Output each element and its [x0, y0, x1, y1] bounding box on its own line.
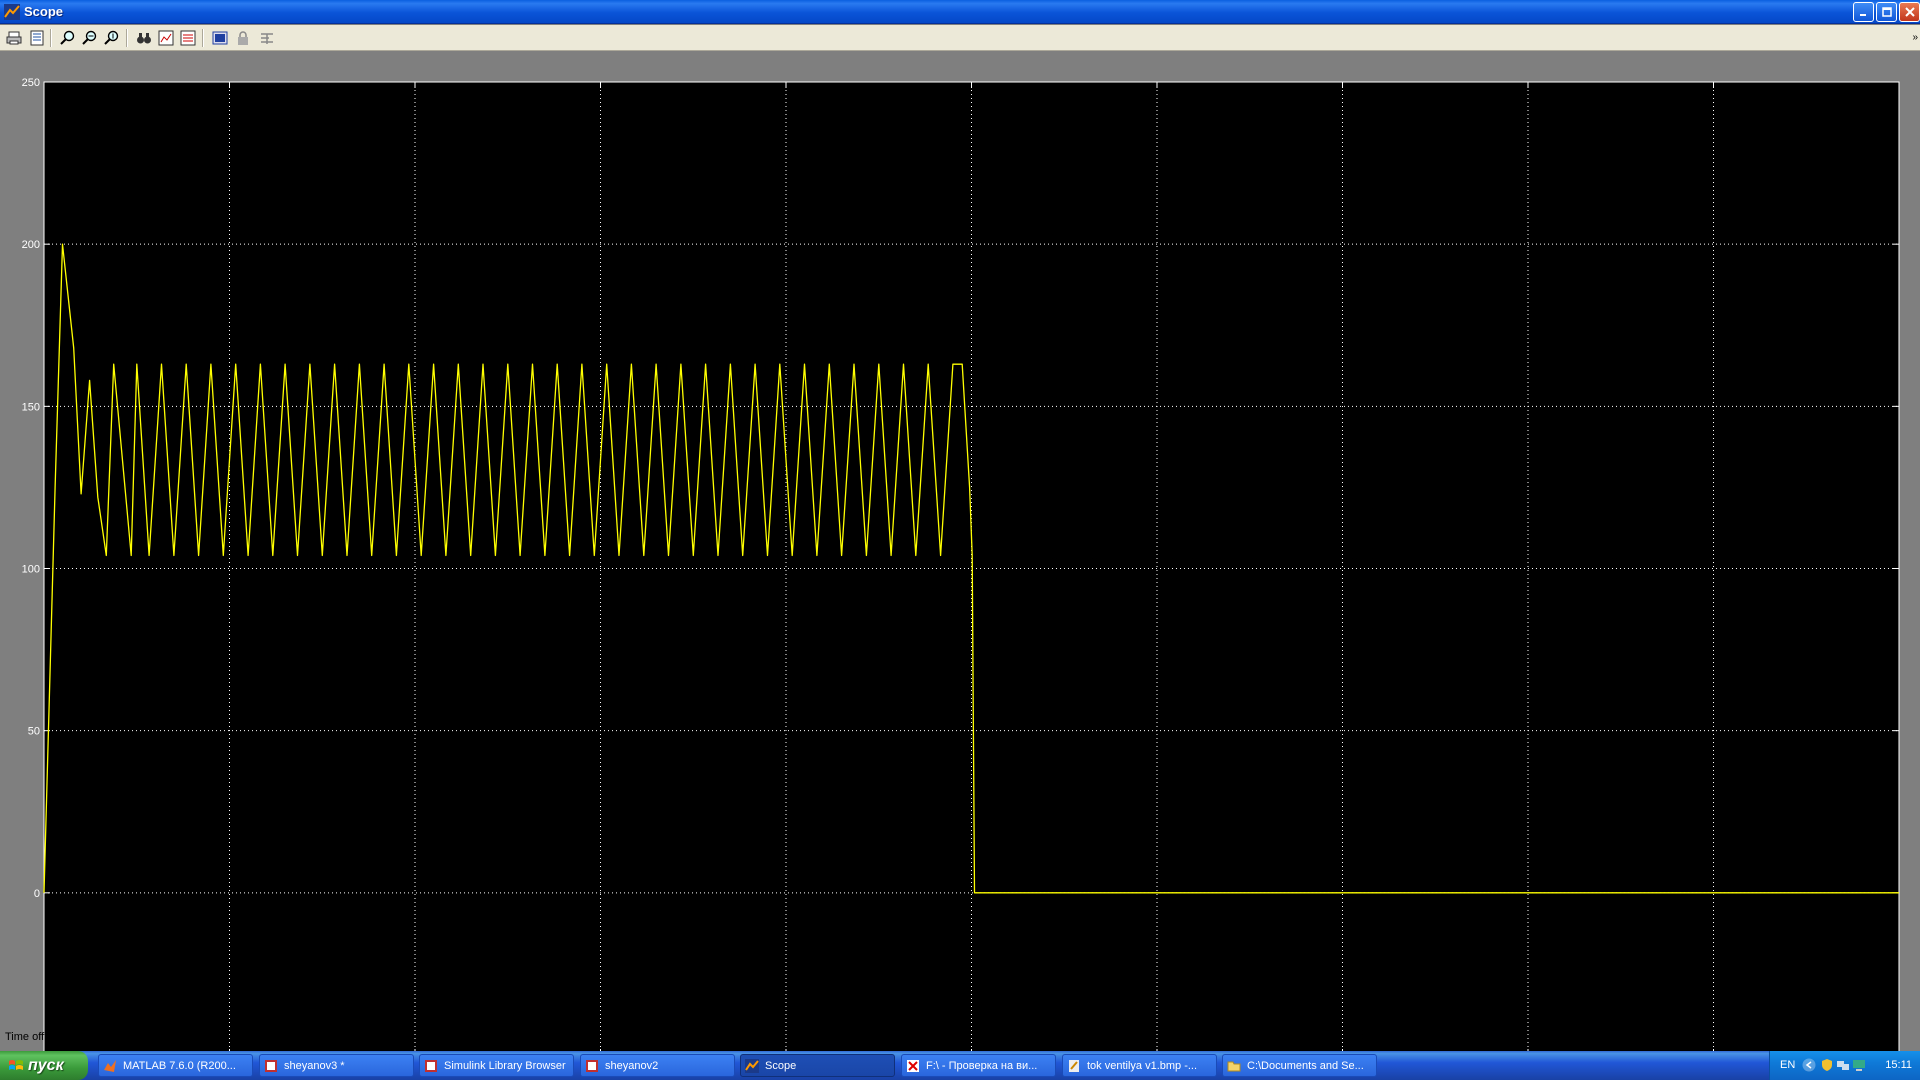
- print-button[interactable]: [4, 28, 24, 48]
- floating-scope-icon: [212, 31, 228, 45]
- zoom-icon: [60, 30, 75, 45]
- time-offset-value: 0: [67, 1031, 74, 1043]
- taskbar-item-label: Scope: [765, 1059, 797, 1072]
- save-axes-button[interactable]: [156, 28, 176, 48]
- taskbar-item-matlab[interactable]: MATLAB 7.6.0 (R200...: [98, 1054, 253, 1077]
- restore-axes-icon: [180, 30, 196, 46]
- taskbar-item-label: F:\ - Проверка на ви...: [926, 1059, 1038, 1072]
- maximize-button[interactable]: [1876, 2, 1897, 22]
- y-tick-label: 50: [28, 726, 40, 738]
- zoom-x-button[interactable]: [80, 28, 100, 48]
- system-tray: EN 15:11: [1769, 1051, 1920, 1080]
- taskbar-item-explorer[interactable]: C:\Documents and Se...: [1222, 1054, 1377, 1077]
- y-tick-label: 150: [22, 401, 40, 413]
- simulink-model-icon: [586, 1059, 598, 1072]
- time-offset: Time offset: 0: [5, 1031, 74, 1043]
- tray-clock: 15:11: [1885, 1059, 1912, 1071]
- tray-monitor-icon[interactable]: [1852, 1058, 1866, 1072]
- parameters-button[interactable]: [27, 28, 47, 48]
- language-indicator[interactable]: EN: [1780, 1059, 1795, 1071]
- matlab-icon: [104, 1059, 116, 1072]
- minimize-button[interactable]: [1853, 2, 1874, 22]
- taskbar-item-label: Simulink Library Browser: [444, 1059, 566, 1072]
- scope-plot-area: -50050100150200250 00.050.10.150.20.250.…: [0, 52, 1920, 1052]
- taskbar-item-sheyanov2[interactable]: sheyanov2: [580, 1054, 735, 1077]
- y-tick-labels: -50050100150200250: [22, 77, 40, 1052]
- taskbar-item-label: MATLAB 7.6.0 (R200...: [123, 1059, 236, 1072]
- zoom-y-icon: [104, 30, 119, 45]
- taskbar: пуск MATLAB 7.6.0 (R200... sheyanov3 * S…: [0, 1051, 1920, 1080]
- toolbar-overflow-chevron-icon[interactable]: »: [1912, 32, 1918, 43]
- taskbar-item-label: tok ventilya v1.bmp -...: [1087, 1059, 1198, 1072]
- scope-chart[interactable]: -50050100150200250 00.050.10.150.20.250.…: [0, 52, 1920, 1052]
- taskbar-item-label: C:\Documents and Se...: [1247, 1059, 1364, 1072]
- windows-flag-icon: [9, 1059, 23, 1070]
- matlab-scope-icon: [745, 1058, 759, 1073]
- simulink-library-icon: [425, 1059, 437, 1072]
- signal-selection-icon: [261, 33, 273, 44]
- toolbar-separator: [126, 29, 128, 47]
- zoom-x-icon: [82, 30, 97, 45]
- paint-icon: [1069, 1059, 1079, 1072]
- minimize-icon: [1859, 14, 1866, 16]
- taskbar-item-label: sheyanov2: [605, 1059, 659, 1072]
- taskbar-item-antivirus[interactable]: F:\ - Проверка на ви...: [901, 1054, 1056, 1077]
- print-icon: [6, 31, 22, 45]
- taskbar-item-paint[interactable]: tok ventilya v1.bmp -...: [1062, 1054, 1217, 1077]
- taskbar-item-label: sheyanov3 *: [284, 1059, 345, 1072]
- taskbar-item-simulink-library-browser[interactable]: Simulink Library Browser: [419, 1054, 574, 1077]
- maximize-icon: [1881, 7, 1892, 17]
- taskbar-item-sheyanov3[interactable]: sheyanov3 *: [259, 1054, 414, 1077]
- save-axes-icon: [158, 30, 174, 46]
- scope-toolbar: »: [0, 25, 1920, 51]
- folder-icon: [1227, 1061, 1241, 1071]
- window-title: Scope: [24, 4, 64, 19]
- simulink-model-icon: [265, 1059, 277, 1072]
- lock-axes-icon: [238, 31, 248, 45]
- matlab-scope-icon: [4, 4, 20, 20]
- signal-selection-button[interactable]: [257, 28, 277, 48]
- parameters-icon: [30, 30, 44, 46]
- toolbar-separator: [202, 29, 204, 47]
- lock-axes-button[interactable]: [233, 28, 253, 48]
- start-button[interactable]: пуск: [0, 1051, 88, 1080]
- close-icon: [1904, 7, 1915, 17]
- start-label: пуск: [28, 1056, 64, 1074]
- y-tick-label: 250: [22, 77, 40, 89]
- zoom-button[interactable]: [58, 28, 78, 48]
- restore-axes-button[interactable]: [178, 28, 198, 48]
- tray-network-icon[interactable]: [1836, 1058, 1850, 1072]
- y-tick-label: 100: [22, 564, 40, 576]
- toolbar-separator: [50, 29, 52, 47]
- autoscale-icon: [137, 33, 151, 44]
- title-bar: Scope: [0, 0, 1920, 24]
- autoscale-button[interactable]: [134, 28, 154, 48]
- antivirus-icon: [907, 1059, 919, 1072]
- y-tick-label: 0: [34, 888, 40, 900]
- tray-arrow-icon[interactable]: [1802, 1058, 1816, 1072]
- floating-scope-button[interactable]: [210, 28, 230, 48]
- taskbar-item-scope[interactable]: Scope: [740, 1054, 895, 1077]
- y-tick-label: 200: [22, 239, 40, 251]
- zoom-y-button[interactable]: [102, 28, 122, 48]
- tray-shield-icon[interactable]: [1820, 1058, 1834, 1072]
- close-button[interactable]: [1899, 2, 1920, 22]
- time-offset-label: Time offset:: [5, 1031, 62, 1043]
